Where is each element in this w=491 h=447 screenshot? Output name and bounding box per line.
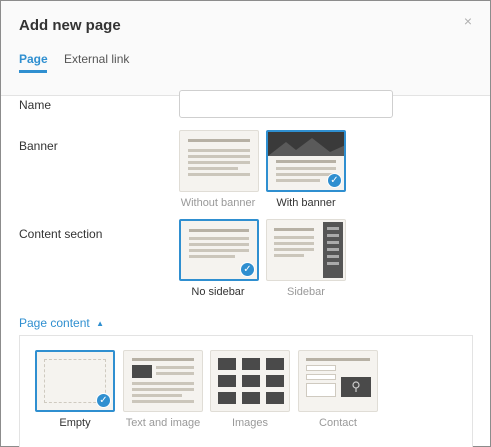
tab-page[interactable]: Page: [19, 52, 48, 66]
map-icon: [341, 377, 371, 397]
check-icon: ✓: [240, 262, 255, 277]
dialog-header: Add new page × Page External link: [1, 1, 490, 96]
content-option-no-sidebar[interactable]: ✓: [179, 219, 259, 281]
form-field-icon: [306, 365, 336, 371]
banner-option-without-label: Without banner: [180, 197, 256, 209]
banner-label: Banner: [19, 139, 58, 153]
image-icon: [242, 358, 260, 370]
close-icon[interactable]: ×: [464, 13, 472, 29]
check-icon: ✓: [96, 393, 111, 408]
form-field-icon: [306, 374, 336, 380]
page-content-toggle-label: Page content: [19, 316, 90, 330]
page-content-option-empty[interactable]: ✓: [35, 350, 115, 412]
banner-option-without[interactable]: [179, 130, 259, 192]
form-field-icon: [306, 383, 336, 397]
image-icon: [218, 358, 236, 370]
image-icon: [266, 358, 284, 370]
image-icon: [218, 392, 236, 404]
banner-image-icon: [268, 132, 344, 156]
image-icon: [218, 375, 236, 387]
page-content-option-text-image-label: Text and image: [125, 417, 201, 429]
page-content-option-images[interactable]: [210, 350, 290, 412]
content-option-no-sidebar-label: No sidebar: [191, 286, 245, 298]
content-option-sidebar-label: Sidebar: [287, 286, 325, 298]
content-section-label: Content section: [19, 227, 103, 241]
name-label: Name: [19, 98, 52, 112]
page-content-option-contact-label: Contact: [319, 417, 357, 429]
banner-option-with[interactable]: ✓: [266, 130, 346, 192]
tab-external-link[interactable]: External link: [64, 52, 129, 66]
content-option-sidebar[interactable]: [266, 219, 346, 281]
image-icon: [266, 375, 284, 387]
active-tab-indicator: [19, 70, 47, 73]
page-content-option-text-image[interactable]: [123, 350, 203, 412]
image-icon: [242, 392, 260, 404]
image-icon: [132, 365, 152, 378]
page-content-option-empty-label: Empty: [59, 417, 91, 429]
caret-up-icon: ▲: [96, 319, 104, 328]
page-content-option-images-label: Images: [231, 417, 269, 429]
name-input[interactable]: [179, 90, 393, 118]
check-icon: ✓: [327, 173, 342, 188]
banner-option-with-label: With banner: [276, 197, 336, 209]
image-icon: [266, 392, 284, 404]
sidebar-icon: [323, 222, 343, 278]
add-page-dialog: Add new page × Page External link Name B…: [0, 0, 491, 447]
page-content-option-contact[interactable]: [298, 350, 378, 412]
image-icon: [242, 375, 260, 387]
page-content-toggle[interactable]: Page content ▲: [19, 316, 104, 330]
dialog-title: Add new page: [19, 17, 121, 34]
